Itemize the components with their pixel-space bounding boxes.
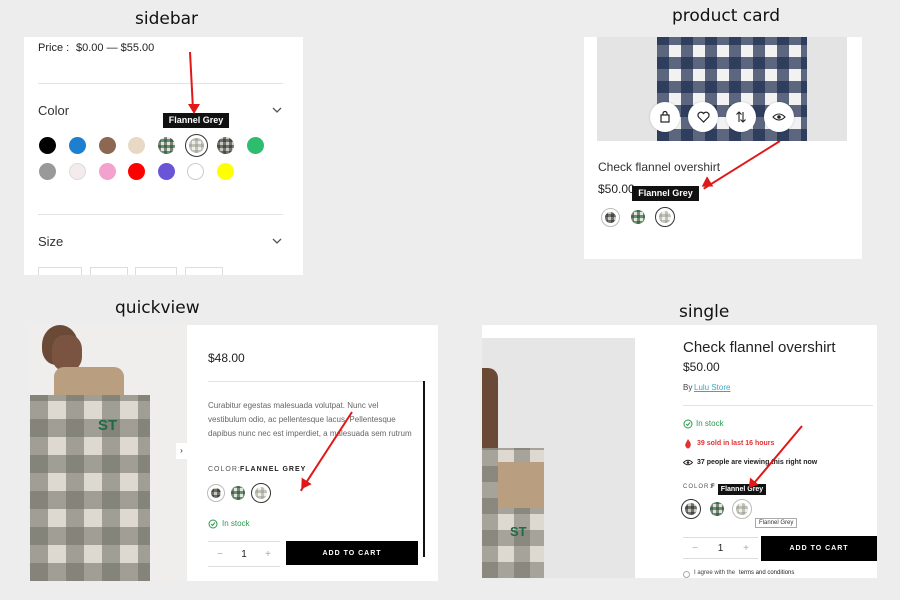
chevron-down-icon[interactable] (272, 238, 282, 245)
viewing-count: 37 people are viewing this right now (697, 459, 818, 466)
swatch-pink[interactable] (99, 163, 116, 180)
size-option[interactable] (185, 267, 223, 275)
product-name[interactable]: Check flannel overshirt (598, 160, 720, 174)
swatch-blue[interactable] (69, 137, 86, 154)
sidebar-panel: Price : $0.00 — $55.00 Color Flannel Gre… (24, 37, 303, 275)
fire-icon (685, 439, 691, 449)
stock-status: In stock (222, 519, 250, 528)
minus-icon[interactable]: − (208, 549, 232, 560)
color-label: COLOR: (208, 466, 241, 473)
divider (38, 83, 283, 84)
quantity-value[interactable]: 1 (709, 543, 733, 554)
swatch-green[interactable] (247, 137, 264, 154)
size-option[interactable] (135, 267, 177, 275)
swatch-check-green[interactable] (231, 486, 245, 500)
section-title-single: single (679, 302, 730, 322)
product-price: $50.00 (683, 360, 720, 374)
single-panel: ST Check flannel overshirt $50.00 By Lul… (482, 325, 877, 578)
stock-status: In stock (696, 419, 724, 428)
quantity-stepper[interactable]: − 1 + (208, 541, 280, 567)
quickview-price: $48.00 (208, 351, 245, 365)
add-to-cart-button[interactable]: ADD TO CART (286, 541, 418, 565)
terms-text: I agree with the (694, 570, 736, 576)
plus-icon[interactable]: + (256, 549, 280, 560)
swatch-flannel-grey[interactable] (732, 499, 752, 519)
swatch-flannel-grey[interactable] (251, 483, 271, 503)
section-title-sidebar: sidebar (135, 9, 199, 29)
swatch-flannel-grey[interactable] (655, 207, 675, 227)
tooltip: Flannel Grey (163, 113, 229, 128)
color-filter-heading[interactable]: Color (38, 103, 69, 118)
quantity-stepper[interactable]: − 1 + (683, 537, 758, 559)
swatch-brown[interactable] (99, 137, 116, 154)
product-price: $50.00 (598, 182, 635, 196)
check-circle-icon (683, 419, 693, 429)
native-tooltip: Flannel Grey (755, 518, 798, 528)
swatch-check-green[interactable] (710, 502, 724, 516)
quickview-description: Curabitur egestas malesuada volutpat. Nu… (208, 401, 412, 438)
sold-count: 39 sold in last 16 hours (697, 440, 775, 447)
swatch-flannel-grey[interactable] (185, 134, 208, 157)
plus-icon[interactable]: + (734, 543, 758, 554)
swatch-black[interactable] (39, 137, 56, 154)
color-value: FLANNEL GREY (240, 466, 307, 473)
vendor-link[interactable]: Lulu Store (694, 383, 730, 392)
single-product-image[interactable]: ST (482, 338, 635, 578)
shopping-bag-icon[interactable] (650, 102, 680, 132)
swatch-check-black[interactable] (681, 499, 701, 519)
product-card-panel: Check flannel overshirt $50.00 Flannel G… (584, 37, 862, 259)
tooltip: Flannel Grey (632, 186, 699, 201)
color-value: F (711, 484, 716, 490)
check-circle-icon (208, 519, 218, 529)
section-title-quickview: quickview (115, 298, 200, 318)
product-title: Check flannel overshirt (683, 339, 836, 356)
price-range: $0.00 — $55.00 (76, 42, 155, 54)
swatch-grey[interactable] (39, 163, 56, 180)
divider (208, 381, 423, 382)
chevron-down-icon[interactable] (272, 107, 282, 114)
product-image[interactable] (597, 37, 847, 141)
swatch-beige[interactable] (128, 137, 145, 154)
quickview-product-image[interactable]: ST (30, 325, 187, 581)
swatch-check-green[interactable] (631, 210, 645, 224)
swatch-check-black[interactable] (207, 484, 225, 502)
swatch-light-pink[interactable] (69, 163, 86, 180)
scrollbar[interactable] (423, 381, 425, 557)
size-filter-heading[interactable]: Size (38, 234, 63, 249)
terms-link[interactable]: terms and conditions (739, 570, 794, 576)
price-label: Price : (38, 42, 70, 54)
divider (683, 405, 873, 406)
swatch-yellow[interactable] (217, 163, 234, 180)
swatch-white[interactable] (187, 163, 204, 180)
swatch-check-black[interactable] (217, 137, 234, 154)
heart-icon[interactable] (688, 102, 718, 132)
chevron-right-icon[interactable]: › (176, 443, 187, 459)
terms-checkbox[interactable] (683, 571, 690, 578)
section-title-product-card: product card (672, 6, 781, 26)
swatch-check-black[interactable] (601, 208, 620, 227)
arrow-head-icon (188, 104, 200, 114)
size-option[interactable] (38, 267, 82, 275)
swatch-check-green[interactable] (158, 137, 175, 154)
by-label: By (683, 383, 693, 392)
divider (38, 214, 283, 215)
color-label: COLOR: (683, 484, 713, 490)
size-option[interactable] (90, 267, 128, 275)
swatch-red[interactable] (128, 163, 145, 180)
compare-icon[interactable] (726, 102, 756, 132)
quantity-value[interactable]: 1 (232, 549, 256, 560)
eye-icon[interactable] (764, 102, 794, 132)
minus-icon[interactable]: − (683, 543, 707, 554)
tooltip: Flannel Grey (718, 484, 766, 495)
eye-icon (683, 459, 693, 466)
quickview-panel: ST › $48.00 Curabitur egestas malesuada … (30, 325, 438, 581)
add-to-cart-button[interactable]: ADD TO CART (761, 536, 877, 561)
swatch-purple[interactable] (158, 163, 175, 180)
